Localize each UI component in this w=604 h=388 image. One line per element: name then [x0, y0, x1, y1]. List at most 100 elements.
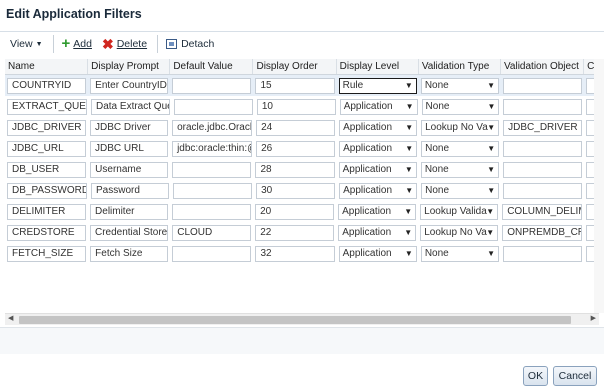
validation-type-select[interactable]: None ▼ — [421, 182, 500, 199]
validation-object-cell: JDBC_DRIVER — [501, 117, 584, 138]
validation-object-field[interactable] — [502, 245, 583, 262]
display-level-select[interactable]: Application ▼ — [339, 140, 418, 157]
display-level-select[interactable]: Application ▼ — [339, 98, 418, 115]
validation-object-field[interactable] — [502, 77, 583, 94]
name-cell: CREDSTORE — [5, 222, 88, 243]
display-order-field[interactable]: 30 — [256, 182, 336, 199]
display-order-field[interactable]: 10 — [256, 98, 336, 115]
column-header-validation-object[interactable]: Validation Object — [501, 59, 585, 74]
validation-type-cell: Lookup Valida ▼ — [418, 201, 500, 222]
table-header: Name Display Prompt Default Value Displa… — [5, 59, 604, 75]
display-order-field[interactable]: 24 — [256, 119, 336, 136]
column-header-display-order[interactable]: Display Order — [253, 59, 337, 74]
display-prompt-field[interactable]: Fetch Size — [90, 245, 169, 262]
display-level-select[interactable]: Application ▼ — [338, 203, 417, 220]
column-header-name[interactable]: Name — [5, 59, 89, 74]
table-row[interactable]: CREDSTORE Credential Store CLOUD 22 Applicat… — [5, 222, 604, 243]
validation-type-select[interactable]: Lookup No Va ▼ — [420, 224, 499, 241]
display-level-value: Application — [343, 142, 393, 154]
name-field[interactable]: COUNTRYID — [7, 77, 87, 94]
detach-button[interactable]: Detach — [166, 34, 214, 54]
validation-type-select[interactable]: Lookup No Va ▼ — [421, 119, 500, 136]
validation-type-select[interactable]: Lookup Valida ▼ — [420, 203, 499, 220]
name-field[interactable]: CREDSTORE — [7, 224, 86, 241]
validation-object-field[interactable]: ONPREMDB_CRED — [502, 224, 583, 241]
default-value-field[interactable]: oracle.jdbc.OracleD — [172, 119, 253, 136]
name-field[interactable]: DB_PASSWORD — [7, 182, 87, 199]
cancel-button[interactable]: Cancel — [553, 366, 597, 386]
name-field[interactable]: EXTRACT_QUERY — [7, 98, 87, 115]
horizontal-scrollbar[interactable]: ◀ ▶ — [5, 313, 599, 325]
validation-type-select[interactable]: None ▼ — [420, 77, 499, 94]
toolbar: View ▼ + Add ✖ Delete Detach — [0, 32, 604, 56]
name-field[interactable]: DELIMITER — [7, 203, 87, 220]
validation-type-select[interactable]: None ▼ — [421, 98, 500, 115]
chevron-down-icon: ▼ — [487, 248, 495, 258]
default-value-cell — [170, 243, 253, 264]
validation-object-field[interactable] — [502, 161, 583, 178]
add-button[interactable]: + Add — [62, 34, 92, 54]
default-value-field[interactable]: CLOUD — [172, 224, 252, 241]
validation-object-field[interactable] — [503, 140, 583, 157]
display-prompt-field[interactable]: Data Extract Query — [91, 98, 170, 115]
display-level-select[interactable]: Rule ▼ — [338, 77, 417, 94]
display-prompt-field[interactable]: Enter CountryID — [90, 77, 169, 94]
scroll-right-icon[interactable]: ▶ — [591, 314, 596, 322]
display-order-field[interactable]: 20 — [255, 203, 335, 220]
name-field[interactable]: JDBC_URL — [7, 140, 87, 157]
name-field[interactable]: JDBC_DRIVER — [7, 119, 87, 136]
default-value-field[interactable] — [173, 182, 253, 199]
validation-type-select[interactable]: None ▼ — [420, 245, 499, 262]
table-row[interactable]: EXTRACT_QUERYData Extract Query 10Applica… — [5, 96, 604, 117]
display-order-field[interactable]: 15 — [255, 77, 335, 94]
validation-object-field[interactable] — [503, 98, 583, 115]
table-row[interactable]: DB_PASSWORD Password 30 Application ▼ None ▼ — [5, 180, 604, 201]
table-row[interactable]: COUNTRYID Enter CountryID 15 Rule ▼ None ▼ — [5, 75, 604, 96]
default-value-field[interactable] — [172, 245, 252, 262]
table-row[interactable]: JDBC_URL JDBC URL jdbc:oracle:thin:@ 26 Appl… — [5, 138, 604, 159]
chevron-down-icon: ▼ — [487, 185, 496, 195]
table-row[interactable]: DELIMITER Delimiter 20 Application ▼ Lookup V… — [5, 201, 604, 222]
display-level-select[interactable]: Application ▼ — [338, 245, 417, 262]
ok-button[interactable]: OK — [523, 366, 548, 386]
display-order-field[interactable]: 22 — [255, 224, 335, 241]
column-header-display-prompt[interactable]: Display Prompt — [88, 59, 171, 74]
name-field[interactable]: DB_USER — [7, 161, 87, 178]
delete-button[interactable]: ✖ Delete — [102, 34, 147, 54]
display-level-select[interactable]: Application ▼ — [339, 119, 418, 136]
default-value-field[interactable]: jdbc:oracle:thin:@ — [172, 140, 253, 157]
scroll-left-icon[interactable]: ◀ — [8, 314, 13, 322]
validation-type-select[interactable]: None ▼ — [421, 140, 500, 157]
vertical-scrollbar[interactable] — [594, 59, 604, 313]
display-prompt-field[interactable]: JDBC Driver — [90, 119, 169, 136]
validation-object-field[interactable] — [503, 182, 583, 199]
default-value-field[interactable] — [172, 77, 252, 94]
validation-type-select[interactable]: None ▼ — [420, 161, 499, 178]
display-order-field[interactable]: 26 — [256, 140, 336, 157]
display-order-field[interactable]: 32 — [255, 245, 335, 262]
display-prompt-field[interactable]: JDBC URL — [90, 140, 169, 157]
table-row[interactable]: FETCH_SIZE Fetch Size 32 Application ▼ None ▼ — [5, 243, 604, 264]
display-level-select[interactable]: Application ▼ — [338, 224, 417, 241]
display-prompt-field[interactable]: Delimiter — [90, 203, 169, 220]
display-level-select[interactable]: Application ▼ — [338, 161, 417, 178]
name-field[interactable]: FETCH_SIZE — [7, 245, 87, 262]
scrollbar-thumb[interactable] — [19, 316, 571, 324]
table-row[interactable]: JDBC_DRIVERJDBC Driveroracle.jdbc.Oracle… — [5, 117, 604, 138]
table-row[interactable]: DB_USER Username 28 Application ▼ None ▼ — [5, 159, 604, 180]
view-menu[interactable]: View ▼ — [10, 34, 43, 54]
column-header-validation-type[interactable]: Validation Type — [419, 59, 501, 74]
validation-object-field[interactable]: COLUMN_DELIMIT — [502, 203, 583, 220]
chevron-down-icon: ▼ — [486, 227, 495, 237]
default-value-field[interactable] — [174, 98, 253, 115]
column-header-display-level[interactable]: Display Level — [337, 59, 419, 74]
display-prompt-field[interactable]: Password — [91, 182, 170, 199]
validation-object-field[interactable]: JDBC_DRIVER — [503, 119, 583, 136]
display-level-select[interactable]: Application ▼ — [339, 182, 418, 199]
display-order-field[interactable]: 28 — [255, 161, 335, 178]
default-value-field[interactable] — [172, 203, 252, 220]
column-header-default-value[interactable]: Default Value — [170, 59, 254, 74]
default-value-field[interactable] — [172, 161, 252, 178]
display-prompt-field[interactable]: Credential Store — [89, 224, 169, 241]
display-prompt-field[interactable]: Username — [90, 161, 169, 178]
